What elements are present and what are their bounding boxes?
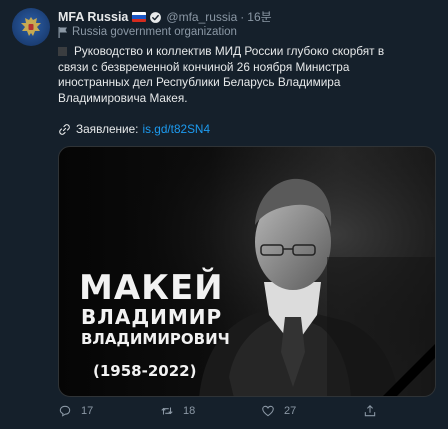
tweet-text: Руководство и коллектив МИД России глубо… xyxy=(58,44,396,106)
reply-button[interactable]: 17 xyxy=(58,404,93,418)
tweet-media-image[interactable]: МАКЕЙ ВЛАДИМИР ВЛАДИМИРОВИЧ (1958-2022) xyxy=(58,146,436,397)
retweet-count: 18 xyxy=(183,405,196,417)
action-bar: 17 18 27 xyxy=(58,404,438,422)
link-icon xyxy=(59,123,70,135)
government-flag-icon xyxy=(58,26,67,38)
like-icon xyxy=(262,405,274,417)
reply-count: 17 xyxy=(81,405,94,417)
author-handle[interactable]: @mfa_russia xyxy=(166,9,237,25)
timestamp[interactable]: 16분 xyxy=(247,9,271,25)
share-icon xyxy=(364,405,376,417)
org-label: Russia government organization xyxy=(58,26,237,38)
statement-link[interactable]: is.gd/t82SN4 xyxy=(142,122,210,136)
russia-flag-icon xyxy=(132,12,147,22)
emblem-avatar-icon xyxy=(21,17,41,36)
statement-label: Заявление: xyxy=(76,122,139,136)
verified-badge-icon xyxy=(150,11,162,23)
author-name[interactable]: MFA Russia xyxy=(58,9,128,25)
retweet-icon xyxy=(161,407,173,415)
org-label-text: Russia government organization xyxy=(72,26,237,38)
retweet-button[interactable]: 18 xyxy=(160,404,195,418)
tweet-header: MFA Russia @mfa_russia · 16분 xyxy=(58,9,272,25)
portrait-patronymic: ВЛАДИМИРОВИЧ xyxy=(81,330,230,348)
avatar[interactable] xyxy=(12,8,50,46)
share-button[interactable] xyxy=(363,404,386,418)
black-square-icon xyxy=(58,47,67,56)
statement-line: Заявление: is.gd/t82SN4 xyxy=(58,122,210,136)
portrait-years: (1958-2022) xyxy=(93,362,197,380)
portrait-first-name: ВЛАДИМИР xyxy=(81,305,223,329)
tweet-text-content: Руководство и коллектив МИД России глубо… xyxy=(58,44,385,105)
like-button[interactable]: 27 xyxy=(261,404,296,418)
portrait-last-name: МАКЕЙ xyxy=(79,268,224,308)
mourning-ribbon-icon xyxy=(383,344,435,396)
separator-dot: · xyxy=(240,10,245,24)
tweet[interactable]: MFA Russia @mfa_russia · 16분 Russia gove… xyxy=(0,0,448,429)
like-count: 27 xyxy=(284,405,297,417)
reply-icon xyxy=(59,405,71,417)
